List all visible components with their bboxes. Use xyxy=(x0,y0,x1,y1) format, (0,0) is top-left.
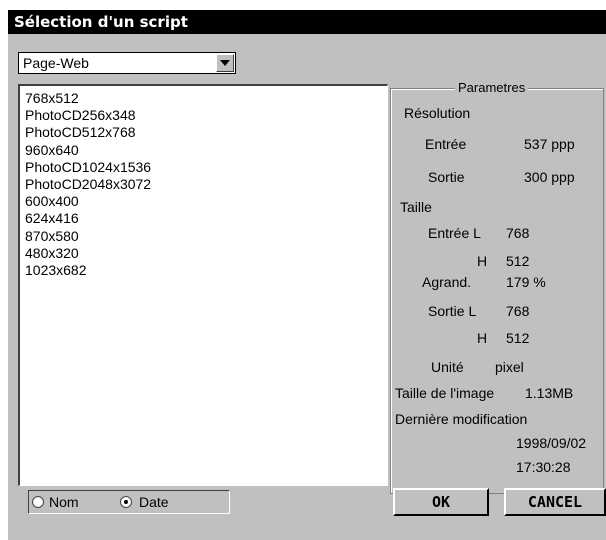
list-item[interactable]: 960x640 xyxy=(25,142,387,159)
cancel-button[interactable]: CANCEL xyxy=(504,488,606,516)
list-item[interactable]: PhotoCD1024x1536 xyxy=(25,159,387,176)
parameters-group: Parametres Résolution Entrée 537 ppp Sor… xyxy=(390,80,604,494)
resolution-input-label: Entrée xyxy=(425,136,467,152)
input-width-value: 768 xyxy=(506,225,530,241)
sort-by-name-radio[interactable] xyxy=(32,496,44,508)
resolution-output-value: 300 ppp xyxy=(524,169,575,185)
script-category-dropdown[interactable]: Page-Web xyxy=(18,52,236,74)
parameters-legend: Parametres xyxy=(455,80,529,96)
image-size-label: Taille de l'image xyxy=(395,385,495,401)
list-item[interactable]: 480x320 xyxy=(25,245,387,262)
sort-order-group: Nom Date xyxy=(28,490,230,514)
input-height-value: 512 xyxy=(506,253,530,269)
last-modified-label: Dernière modification xyxy=(395,411,528,427)
list-item[interactable]: 600x400 xyxy=(25,193,387,210)
unit-label: Unité xyxy=(431,359,464,375)
script-list[interactable]: 768x512 PhotoCD256x348 PhotoCD512x768 960x6… xyxy=(18,84,388,486)
list-item[interactable]: 768x512 xyxy=(25,90,387,107)
script-selection-dialog: Sélection d'un script Page-Web 768x512 Ph… xyxy=(8,10,606,540)
radio-selected-dot xyxy=(124,500,128,504)
sort-by-name-label[interactable]: Nom xyxy=(49,494,79,511)
resolution-output-label: Sortie xyxy=(428,169,465,185)
output-width-value: 768 xyxy=(506,303,530,319)
sort-by-date-radio[interactable] xyxy=(120,496,132,508)
list-item[interactable]: 1023x682 xyxy=(25,262,387,279)
dialog-title: Sélection d'un script xyxy=(8,10,606,34)
list-item[interactable]: PhotoCD512x768 xyxy=(25,124,387,141)
output-height-value: 512 xyxy=(506,330,530,346)
size-heading: Taille xyxy=(400,199,432,215)
list-item[interactable]: PhotoCD256x348 xyxy=(25,107,387,124)
input-height-label: H xyxy=(477,253,488,269)
enlargement-value: 179 % xyxy=(506,274,546,290)
dropdown-selected-value: Page-Web xyxy=(23,55,89,71)
output-height-label: H xyxy=(477,330,488,346)
list-item[interactable]: 624x416 xyxy=(25,210,387,227)
chevron-down-icon[interactable] xyxy=(216,54,234,72)
unit-value: pixel xyxy=(495,359,524,375)
enlargement-label: Agrand. xyxy=(422,274,472,290)
image-size-value: 1.13MB xyxy=(525,385,574,401)
last-modified-time: 17:30:28 xyxy=(516,459,571,475)
list-item[interactable]: PhotoCD2048x3072 xyxy=(25,176,387,193)
last-modified-date: 1998/09/02 xyxy=(516,435,587,451)
ok-button[interactable]: OK xyxy=(393,488,489,516)
sort-by-date-label[interactable]: Date xyxy=(139,494,169,511)
resolution-input-value: 537 ppp xyxy=(524,136,575,152)
input-width-label: Entrée L xyxy=(428,225,481,241)
resolution-heading: Résolution xyxy=(404,105,471,121)
list-item[interactable]: 870x580 xyxy=(25,228,387,245)
output-width-label: Sortie L xyxy=(428,303,477,319)
